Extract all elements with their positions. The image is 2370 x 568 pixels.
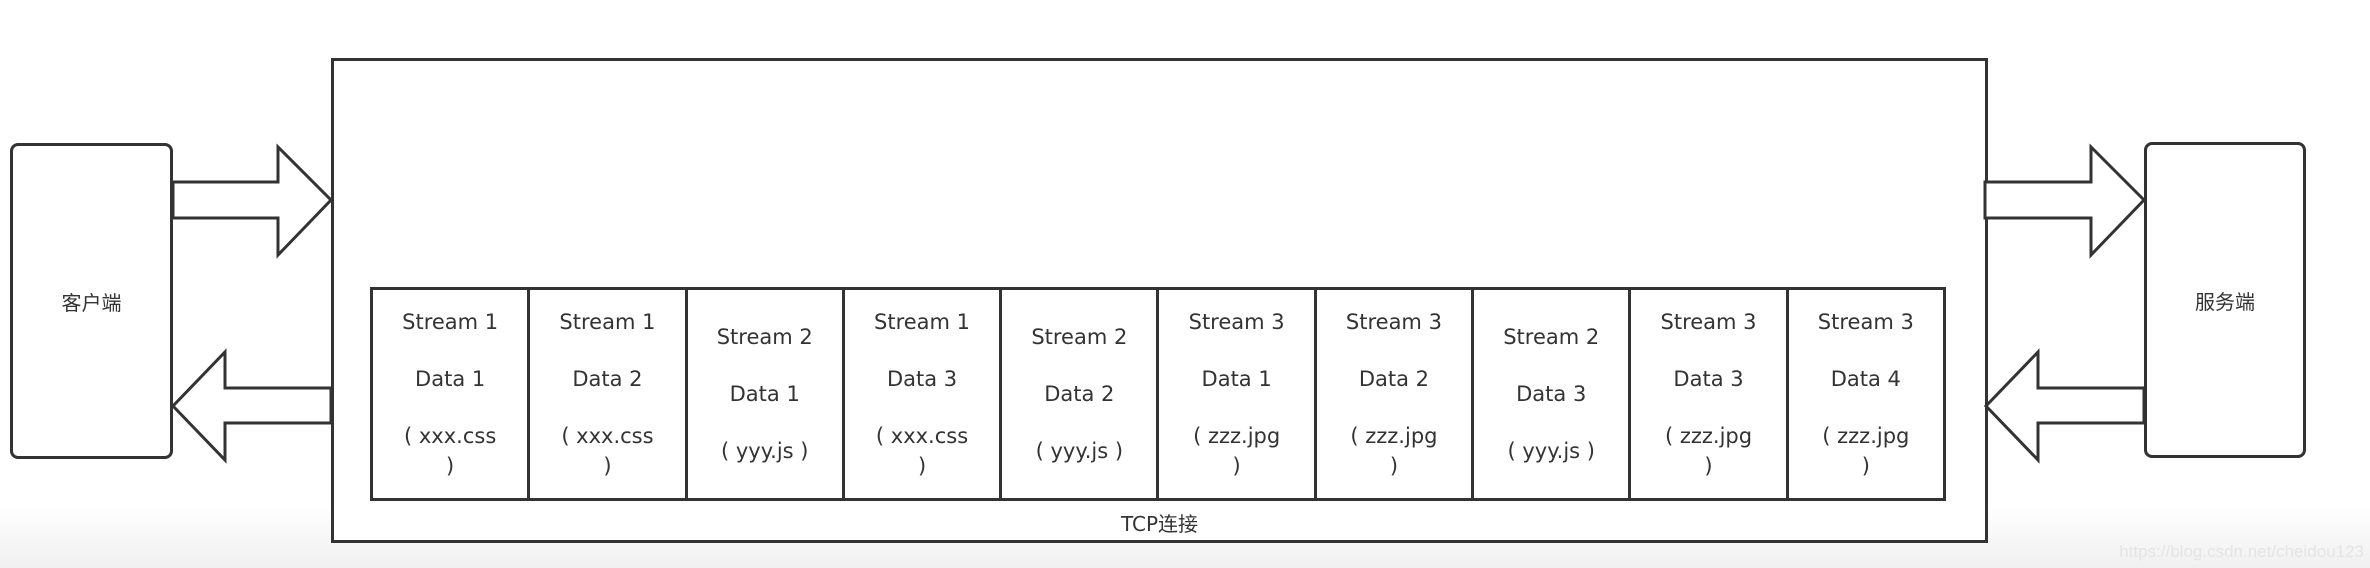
arrow-tcp-to-server bbox=[1983, 143, 2147, 259]
watermark: https://blog.csdn.net/cheidou123 bbox=[2119, 542, 2364, 561]
arrow-client-to-tcp bbox=[171, 143, 334, 259]
arrows bbox=[170, 143, 2147, 464]
arrow-tcp-to-client bbox=[170, 348, 333, 464]
arrow-server-to-tcp bbox=[1983, 348, 2146, 464]
